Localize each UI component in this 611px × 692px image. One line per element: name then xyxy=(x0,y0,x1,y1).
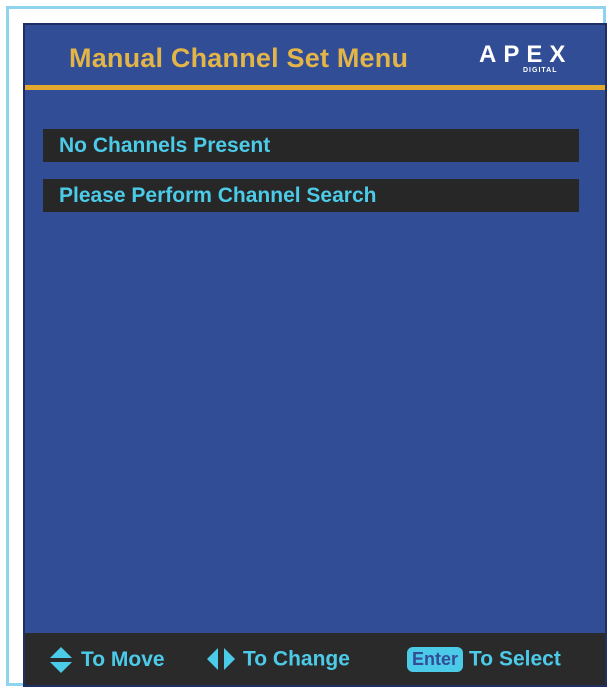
menu-title: Manual Channel Set Menu xyxy=(69,43,409,73)
screen-frame: Manual Channel Set Menu APEX DIGITAL No … xyxy=(6,6,607,687)
header-divider xyxy=(25,85,605,90)
change-hint: To Change xyxy=(207,647,350,673)
footer-hints: To Move To Change Enter To Select xyxy=(25,633,605,685)
enter-key-badge: Enter xyxy=(407,647,464,672)
menu-header: Manual Channel Set Menu APEX DIGITAL xyxy=(25,25,605,90)
up-down-arrow-icon xyxy=(50,647,72,673)
no-channels-message: No Channels Present xyxy=(43,129,579,162)
move-label: To Move xyxy=(81,648,165,671)
perform-search-message: Please Perform Channel Search xyxy=(43,179,579,212)
brand-subtitle: DIGITAL xyxy=(523,67,558,74)
brand-name: APEX xyxy=(479,41,573,68)
move-hint: To Move xyxy=(49,647,165,673)
apex-digital-logo: APEX DIGITAL xyxy=(479,41,595,75)
change-label: To Change xyxy=(243,647,350,671)
manual-channel-set-menu: Manual Channel Set Menu APEX DIGITAL No … xyxy=(23,23,607,687)
left-right-arrow-icon xyxy=(207,648,235,671)
select-hint: Enter To Select xyxy=(407,647,561,673)
select-label: To Select xyxy=(469,647,561,671)
